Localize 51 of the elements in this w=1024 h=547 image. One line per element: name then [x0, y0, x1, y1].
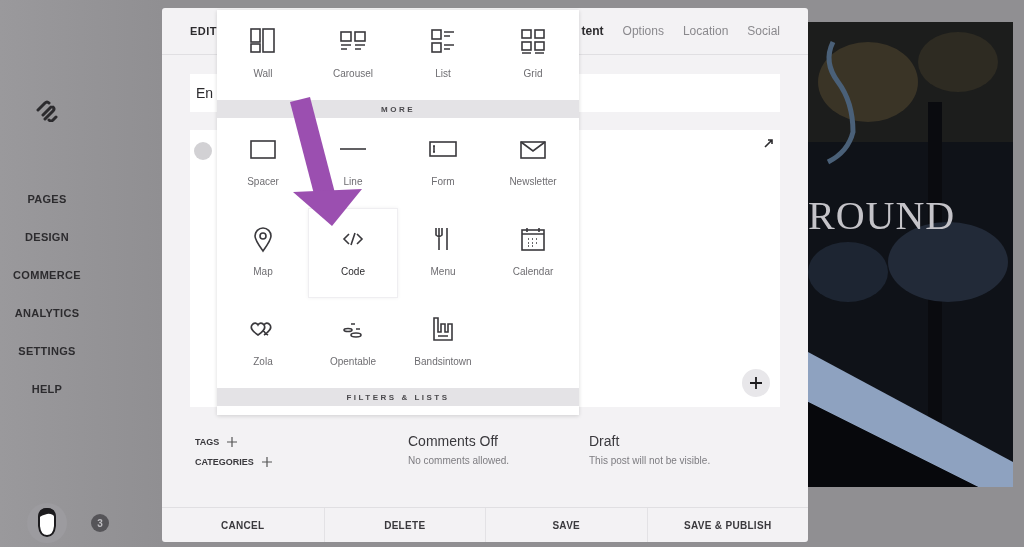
- site-heading: ROUND: [808, 192, 956, 239]
- tab[interactable]: tent: [581, 24, 604, 38]
- block-option[interactable]: Newsletter: [488, 118, 578, 208]
- block-option[interactable]: Spacer: [218, 118, 308, 208]
- block-option[interactable]: Opentable: [308, 298, 398, 388]
- block-option[interactable]: Map: [218, 208, 308, 298]
- plus-icon: [261, 457, 272, 467]
- tab[interactable]: Location: [682, 24, 729, 38]
- status-note: This post will not be visible.: [589, 455, 712, 466]
- footer-button[interactable]: CANCEL: [162, 508, 324, 542]
- logo-icon[interactable]: [35, 100, 59, 122]
- nav-link[interactable]: ANALYTICS: [14, 306, 80, 320]
- block-option[interactable]: Menu: [398, 208, 488, 298]
- block-option[interactable]: Carousel: [308, 10, 398, 100]
- nav-link[interactable]: HELP: [31, 382, 63, 396]
- categories-link[interactable]: CATEGORIES: [195, 457, 408, 467]
- status-setting[interactable]: Draft: [589, 433, 775, 449]
- drag-handle[interactable]: [194, 142, 212, 160]
- nav-link[interactable]: SETTINGS: [18, 344, 76, 358]
- expand-icon[interactable]: [764, 138, 774, 148]
- line-icon: [338, 147, 368, 151]
- nav-link[interactable]: PAGES: [27, 192, 67, 206]
- add-block-button[interactable]: [742, 369, 770, 397]
- block-icon: [518, 27, 548, 55]
- dialog-title: EDIT: [190, 25, 218, 37]
- block-option[interactable]: Zola: [218, 298, 308, 388]
- section-heading: MORE: [217, 100, 579, 118]
- tab[interactable]: Options: [622, 24, 664, 38]
- nav-link[interactable]: DESIGN: [25, 230, 69, 244]
- notification-badge[interactable]: 3: [91, 514, 109, 532]
- section-heading: FILTERS & LISTS: [217, 388, 579, 406]
- footer-button[interactable]: SAVE & PUBLISH: [646, 508, 808, 542]
- comments-setting[interactable]: Comments Off: [408, 433, 589, 449]
- block-option[interactable]: Bandsintown: [398, 298, 488, 388]
- block-option[interactable]: List: [398, 10, 488, 100]
- footer-button[interactable]: SAVE: [485, 508, 647, 542]
- footer-button[interactable]: DELETE: [323, 508, 485, 542]
- block-icon: [248, 27, 278, 55]
- block-option[interactable]: Calendar: [488, 208, 578, 298]
- nav-link[interactable]: COMMERCE: [13, 268, 81, 282]
- tags-link[interactable]: TAGS: [195, 437, 408, 447]
- tab[interactable]: Social: [747, 24, 780, 38]
- plus-icon: [749, 376, 763, 390]
- comments-note: No comments allowed.: [408, 455, 511, 466]
- block-option[interactable]: Line: [308, 118, 398, 208]
- block-icon: [518, 225, 548, 253]
- block-option[interactable]: Code: [308, 208, 398, 298]
- block-option[interactable]: Grid: [488, 10, 578, 100]
- block-option[interactable]: Wall: [218, 10, 308, 100]
- plus-icon: [227, 437, 238, 447]
- block-option[interactable]: Form: [398, 118, 488, 208]
